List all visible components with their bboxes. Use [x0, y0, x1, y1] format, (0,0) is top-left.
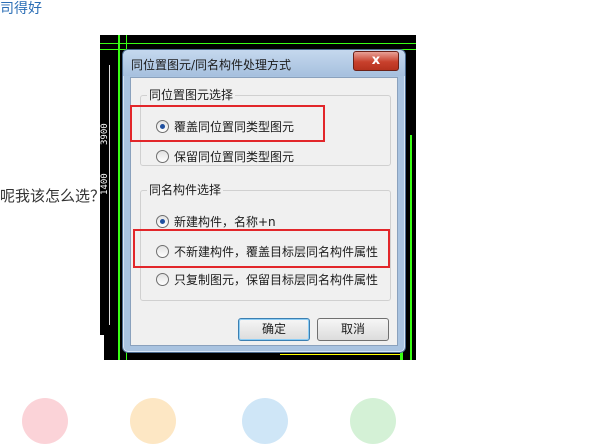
dialog-title: 同位置图元/同名构件处理方式: [131, 58, 292, 72]
annotation-highlight-box: [133, 229, 390, 268]
dialog-title-bar[interactable]: 同位置图元/同名构件处理方式 x: [123, 50, 405, 76]
decorative-bubble: [242, 398, 288, 444]
radio-label: 新建构件，名称+n: [174, 214, 276, 229]
cad-ruler-label: 3900: [100, 123, 110, 145]
page-top-text[interactable]: 司得好: [0, 0, 42, 18]
decorative-bubble: [130, 398, 176, 444]
radio-option-new-component[interactable]: 新建构件，名称+n: [156, 213, 276, 229]
cad-white-line: [109, 65, 110, 325]
cad-yellow-line: [280, 354, 400, 355]
cad-white-line: [100, 335, 104, 360]
annotation-highlight-box: [130, 105, 325, 142]
decorative-bubble: [22, 398, 68, 444]
dialog-window: 同位置图元/同名构件处理方式 x 同位置图元选择 覆盖同位置同类型图元 保留同位…: [122, 49, 406, 353]
radio-option-copy-only[interactable]: 只复制图元，保留目标层同名构件属性: [156, 271, 378, 287]
cad-ruler-label: 1400: [100, 173, 110, 195]
radio-unchecked-icon[interactable]: [156, 272, 169, 286]
radio-label: 只复制图元，保留目标层同名构件属性: [174, 272, 379, 287]
radio-checked-icon[interactable]: [156, 214, 169, 228]
close-icon: x: [371, 53, 381, 68]
radio-label: 保留同位置同类型图元: [174, 149, 295, 164]
radio-unchecked-icon[interactable]: [156, 149, 169, 163]
cancel-button[interactable]: 取消: [317, 318, 389, 341]
radio-option-keep-same-position[interactable]: 保留同位置同类型图元: [156, 148, 294, 164]
group-legend: 同位置图元选择: [147, 87, 236, 103]
cad-green-line: [410, 135, 412, 360]
question-text: 呢我该怎么选？: [0, 187, 106, 205]
cad-green-line: [100, 43, 416, 44]
decorative-bubble: [350, 398, 396, 444]
ok-button[interactable]: 确定: [238, 318, 310, 341]
cad-green-line: [118, 35, 120, 360]
group-legend: 同名构件选择: [147, 182, 224, 198]
close-button[interactable]: x: [353, 51, 399, 71]
